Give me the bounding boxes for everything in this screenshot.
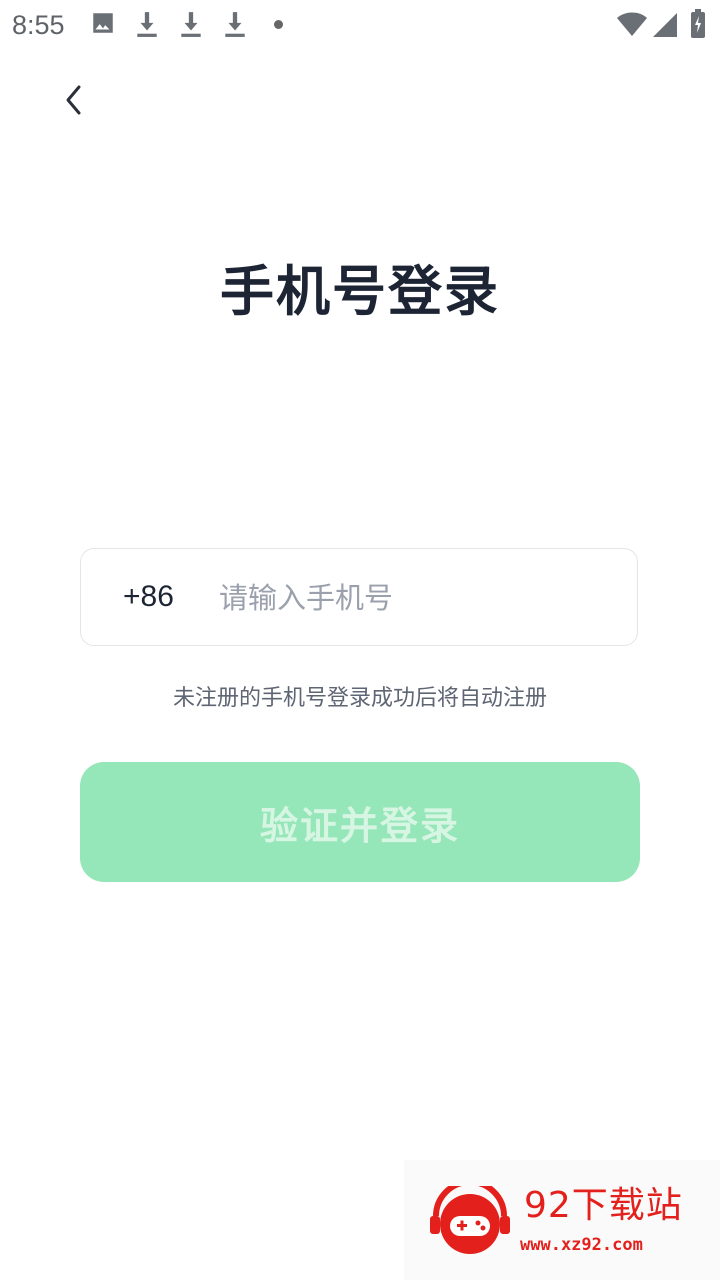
battery-icon	[690, 9, 706, 43]
watermark-url: www.xz92.com	[520, 1235, 643, 1255]
download-icon	[222, 10, 248, 42]
phone-input[interactable]	[219, 575, 609, 621]
login-screen: 8:55 手机号登录 +86 未	[0, 0, 720, 1280]
image-icon	[90, 10, 116, 40]
status-time: 8:55	[12, 10, 65, 40]
page-title: 手机号登录	[220, 260, 500, 323]
gamepad-logo-icon	[428, 1179, 512, 1262]
country-code[interactable]: +86	[123, 579, 174, 615]
wifi-icon	[616, 12, 648, 42]
download-icon	[134, 10, 160, 42]
download-icon	[178, 10, 204, 42]
auto-register-hint: 未注册的手机号登录成功后将自动注册	[172, 686, 547, 711]
phone-input-box: +86	[80, 548, 638, 646]
chevron-left-icon	[66, 85, 81, 115]
status-bar: 8:55	[0, 0, 720, 50]
signal-icon	[652, 12, 678, 42]
watermark-name: 92下载站	[524, 1185, 683, 1226]
dot-icon	[274, 20, 283, 29]
back-button[interactable]	[50, 76, 98, 124]
watermark: 92下载站 www.xz92.com	[404, 1160, 720, 1280]
verify-login-button[interactable]: 验证并登录	[80, 762, 640, 882]
